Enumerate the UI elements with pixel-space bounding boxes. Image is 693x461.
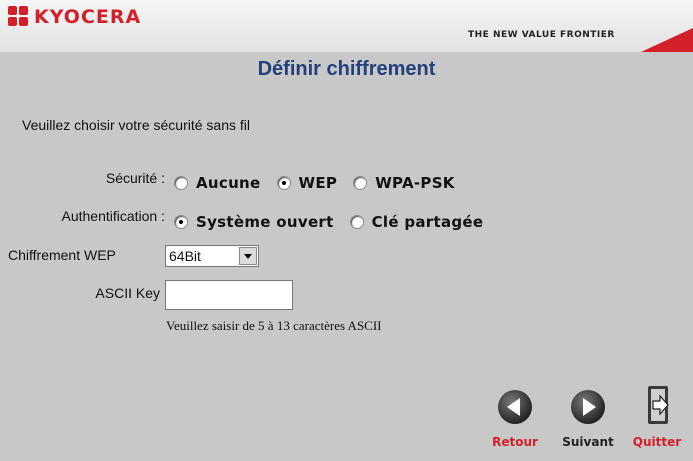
- security-option-aucune-radio[interactable]: [174, 176, 188, 190]
- ascii-key-label: ASCII Key: [95, 285, 160, 301]
- header-bar: KYOCERA THE NEW VALUE FRONTIER: [0, 0, 693, 52]
- next-button[interactable]: Suivant: [562, 388, 614, 449]
- wep-encryption-value: 64Bit: [169, 248, 201, 264]
- wep-encryption-label: Chiffrement WEP: [8, 247, 116, 263]
- auth-option-shared-key-label[interactable]: Clé partagée: [372, 213, 484, 231]
- back-arrow-icon: [498, 390, 532, 424]
- page-title: Définir chiffrement: [257, 58, 436, 80]
- quit-button-label: Quitter: [632, 435, 682, 449]
- wep-encryption-select[interactable]: 64Bit: [165, 245, 259, 267]
- back-button-label: Retour: [492, 435, 538, 449]
- auth-option-shared-key-radio[interactable]: [349, 215, 364, 229]
- authentication-radio-group: Système ouvert Clé partagée: [174, 213, 499, 231]
- security-option-wep-label[interactable]: WEP: [299, 174, 338, 192]
- auth-option-open-system-radio[interactable]: [174, 215, 188, 229]
- tagline: THE NEW VALUE FRONTIER: [468, 30, 615, 40]
- security-option-wep-radio[interactable]: [276, 176, 291, 190]
- red-stripe-decoration: [641, 28, 693, 52]
- kyocera-logo: KYOCERA: [8, 6, 141, 28]
- auth-option-open-system-label[interactable]: Système ouvert: [196, 213, 334, 231]
- ascii-key-input[interactable]: [165, 280, 293, 310]
- next-button-label: Suivant: [562, 435, 614, 449]
- next-arrow-icon: [571, 390, 605, 424]
- kyocera-logo-icon: [8, 6, 30, 28]
- chevron-down-icon[interactable]: [239, 247, 257, 265]
- security-prompt: Veuillez choisir votre sécurité sans fil: [22, 117, 250, 133]
- logo-text: KYOCERA: [34, 6, 142, 28]
- quit-button[interactable]: Quitter: [626, 384, 688, 449]
- ascii-key-hint: Veuillez saisir de 5 à 13 caractères ASC…: [166, 318, 382, 333]
- back-button[interactable]: Retour: [490, 388, 540, 449]
- security-label: Sécurité :: [105, 170, 165, 186]
- security-option-wpa-psk-radio[interactable]: [353, 176, 368, 190]
- security-radio-group: Aucune WEP WPA-PSK: [174, 174, 471, 192]
- exit-door-icon: [648, 386, 669, 424]
- authentication-label: Authentification :: [61, 208, 165, 224]
- security-option-wpa-psk-label[interactable]: WPA-PSK: [375, 174, 455, 192]
- security-option-aucune-label[interactable]: Aucune: [196, 174, 261, 192]
